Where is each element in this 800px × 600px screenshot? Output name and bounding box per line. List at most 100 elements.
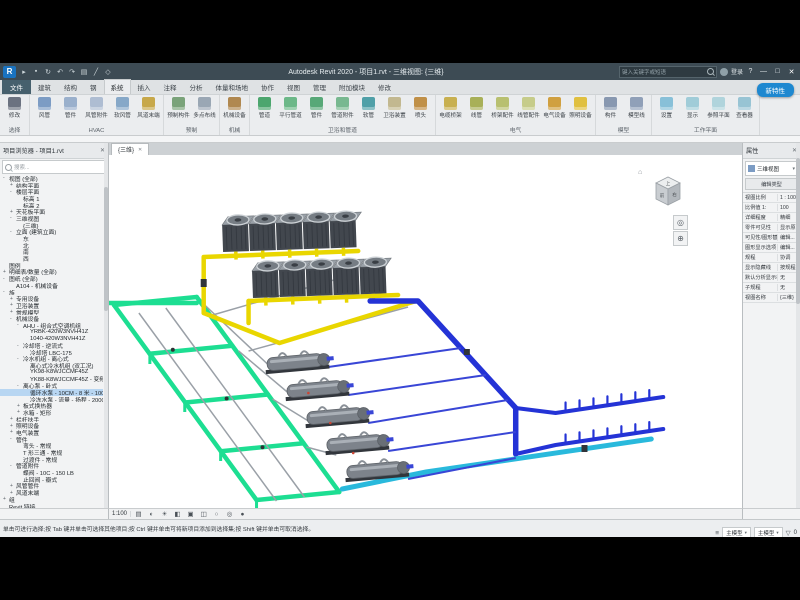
edit-type-button[interactable]: 编辑类型: [745, 178, 798, 190]
tag-icon[interactable]: ◇: [103, 66, 113, 77]
worksets-icon[interactable]: ≡: [715, 530, 719, 537]
sync-icon[interactable]: ↻: [43, 66, 53, 77]
browser-tree-item[interactable]: 东: [0, 235, 103, 242]
close-icon[interactable]: ✕: [138, 147, 142, 153]
ribbon-panel-label[interactable]: 预制: [166, 124, 217, 135]
ribbon-panel-label[interactable]: 机械: [222, 124, 247, 135]
ribbon-tab[interactable]: 文件: [2, 80, 31, 94]
ribbon-tab[interactable]: 修改: [372, 80, 397, 94]
whats-new-button[interactable]: 新特性: [757, 83, 795, 97]
ribbon-tool[interactable]: 查看器: [732, 96, 757, 119]
ribbon-tab[interactable]: 视图: [281, 80, 306, 94]
browser-tree-item[interactable]: + 明细表/数量 (全部): [0, 269, 103, 276]
browser-tree-item[interactable]: - 立面 (建筑立面): [0, 229, 103, 236]
详细程度[interactable]: 详细程度 精细: [743, 213, 800, 223]
ribbon-tool[interactable]: 设置: [654, 96, 679, 119]
zoom-icon[interactable]: ⊕: [673, 231, 688, 246]
worksharing-display-icon[interactable]: ●: [237, 509, 248, 520]
ribbon-tool[interactable]: 风管附件: [84, 96, 109, 119]
ribbon-tool[interactable]: 管件: [58, 96, 83, 119]
browser-tree-item[interactable]: + 风道末端: [0, 489, 103, 496]
filter-icon[interactable]: ▽: [786, 529, 791, 537]
ribbon-tool[interactable]: 修改: [2, 96, 27, 119]
ribbon-tab[interactable]: 体量和场地: [210, 80, 255, 94]
browser-tree-item[interactable]: A104 - 机械设备: [0, 282, 103, 289]
ribbon-tool[interactable]: 照明设备: [568, 96, 593, 119]
browser-tree-item[interactable]: 弯头 - 常规: [0, 443, 103, 450]
browser-tree-item[interactable]: + 专用设备: [0, 295, 103, 302]
ribbon-tool[interactable]: 显示: [680, 96, 705, 119]
browser-tree-item[interactable]: - 图纸 (全部): [0, 275, 103, 282]
ribbon-tool[interactable]: 多点布线: [192, 96, 217, 119]
measure-icon[interactable]: ╱: [91, 66, 101, 77]
maximize-button[interactable]: □: [772, 68, 783, 75]
ribbon-tool[interactable]: 卫浴装置: [382, 96, 407, 119]
browser-tree-item[interactable]: Revit 链接: [0, 503, 103, 508]
ribbon-tool[interactable]: 管道: [252, 96, 277, 119]
ribbon-tool[interactable]: 喷头: [408, 96, 433, 119]
scale-button[interactable]: 1:100: [112, 511, 131, 517]
ribbon-tool[interactable]: 模型线: [624, 96, 649, 119]
browser-tree-item[interactable]: 冷却塔 LBC-175: [0, 349, 103, 356]
ribbon-panel-label[interactable]: 卫浴和管道: [252, 124, 433, 135]
比例值 1:[interactable]: 比例值 1: 100: [743, 203, 800, 213]
viewcube-home-icon[interactable]: ⌂: [638, 169, 642, 176]
ribbon-tool[interactable]: 线管: [464, 96, 489, 119]
type-selector[interactable]: 三维视图 ▾: [745, 161, 798, 176]
ribbon-tool[interactable]: 平行管道: [278, 96, 303, 119]
save-icon[interactable]: ▪: [31, 66, 41, 77]
视图比例[interactable]: 视图比例 1 : 100: [743, 193, 800, 203]
redo-icon[interactable]: ↷: [67, 66, 77, 77]
显示隐藏线[interactable]: 显示隐藏线 按规程: [743, 263, 800, 273]
ribbon-tool[interactable]: 电缆桥架: [438, 96, 463, 119]
ribbon-tab[interactable]: 管理: [307, 80, 332, 94]
browser-tree-item[interactable]: 止回阀 - 瓣式: [0, 476, 103, 483]
workset-dropdown[interactable]: 主模型 ▾: [722, 527, 751, 537]
browser-tree-item[interactable]: - 冷却塔 - 逆流式: [0, 342, 103, 349]
ribbon-tab[interactable]: 钢: [84, 80, 103, 94]
detail-level-icon[interactable]: ▤: [133, 509, 144, 520]
零件可见性[interactable]: 零件可见性 显示原状态: [743, 223, 800, 233]
browser-tree-item[interactable]: YRBK-420W3NVH41Z: [0, 329, 103, 336]
design-option-dropdown[interactable]: 主模型 ▾: [754, 527, 783, 537]
ribbon-tab[interactable]: 注释: [158, 80, 183, 94]
ribbon-tool[interactable]: 电气设备: [542, 96, 567, 119]
sign-in-label[interactable]: 登录: [731, 67, 743, 76]
ribbon-panel-label[interactable]: 选择: [2, 124, 27, 135]
search-box[interactable]: 键入关键字或短语: [619, 66, 717, 78]
browser-tree-item[interactable]: - AHU - 组合式空调机组: [0, 322, 103, 329]
ribbon-panel-label[interactable]: 电气: [438, 124, 593, 135]
browser-tree-item[interactable]: + 电气装置: [0, 429, 103, 436]
ribbon-tab[interactable]: 插入: [132, 80, 157, 94]
view-tab-3d[interactable]: {三维} ✕: [111, 143, 149, 155]
ribbon-tool[interactable]: 预制构件: [166, 96, 191, 119]
ribbon-tool[interactable]: 线管配件: [516, 96, 541, 119]
browser-tree-item[interactable]: 标高 2: [0, 202, 103, 209]
visual-style-icon[interactable]: ◐: [146, 509, 157, 520]
reveal-hidden-icon[interactable]: ◎: [224, 509, 235, 520]
browser-tree-item[interactable]: + 照明设备: [0, 422, 103, 429]
steering-wheel-icon[interactable]: ◎: [673, 215, 688, 230]
browser-tree-item[interactable]: - 视图 (全部): [0, 175, 103, 182]
revit-logo-icon[interactable]: R: [3, 66, 16, 78]
browser-tree-item[interactable]: 蝶阀 - 10C - 150 LB: [0, 469, 103, 476]
ribbon-tab[interactable]: 附加模块: [333, 80, 371, 94]
browser-search-input[interactable]: 搜索...: [2, 160, 106, 174]
视图名称[interactable]: 视图名称 {三维}: [743, 293, 800, 303]
shadows-icon[interactable]: ◧: [172, 509, 183, 520]
browser-tree-item[interactable]: 过渡件 - 常规: [0, 456, 103, 463]
viewcube[interactable]: ⌂ 上 前 右: [638, 169, 690, 211]
browser-tree-item[interactable]: - 族: [0, 289, 103, 296]
browser-tree-item[interactable]: + 组: [0, 496, 103, 503]
ribbon-panel-label[interactable]: 模型: [598, 124, 649, 135]
browser-tree-item[interactable]: 离心式冷水机组 (双工况): [0, 362, 103, 369]
browser-tree-item[interactable]: + 结构平面: [0, 182, 103, 189]
默认分析显示样式[interactable]: 默认分析显示样式 无: [743, 273, 800, 283]
browser-tree-item[interactable]: + 水箱 - 矩形: [0, 409, 103, 416]
browser-tree-item[interactable]: YK88-K8WJCCMF45Z - 变频: [0, 376, 103, 383]
ribbon-panel-label[interactable]: HVAC: [32, 127, 161, 135]
account-icon[interactable]: [720, 68, 728, 76]
close-button[interactable]: ✕: [786, 68, 797, 76]
browser-tree-item[interactable]: + 板式换热器: [0, 402, 103, 409]
browser-tree-item[interactable]: - 管件: [0, 436, 103, 443]
